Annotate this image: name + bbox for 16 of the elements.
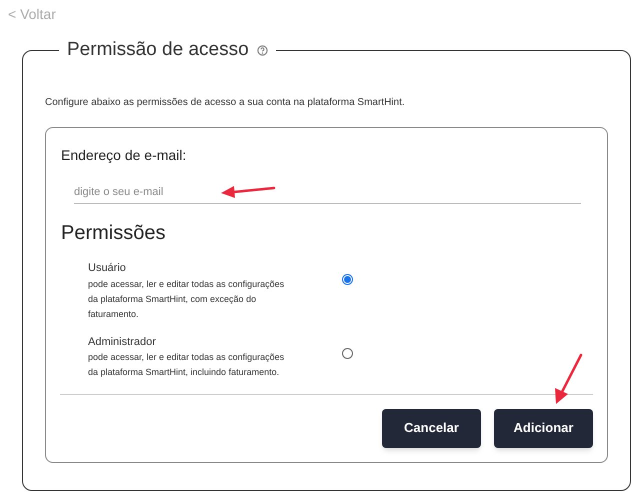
option-description: pode acessar, ler e editar todas as configurações da plataforma SmartHint, com exceção do faturamento. xyxy=(88,278,286,320)
permissions-heading: Permissões xyxy=(61,221,166,246)
annotation-arrow xyxy=(220,185,276,199)
add-button[interactable]: Adicionar xyxy=(494,408,593,448)
help-icon xyxy=(256,44,268,56)
cancel-button[interactable]: Cancelar xyxy=(382,408,481,448)
option-title: Administrador xyxy=(88,334,157,350)
radio-button[interactable] xyxy=(342,274,353,285)
annotation-arrow xyxy=(552,352,584,406)
email-label: Endereço de e-mail: xyxy=(61,146,188,165)
option-title: Usuário xyxy=(88,261,127,276)
email-field[interactable]: digite o seu e-mail xyxy=(74,184,581,204)
option-description: pode acessar, ler e editar todas as configurações da plataforma SmartHint, incluindo faturamento. xyxy=(88,351,286,379)
panel-title: Permissão de acesso xyxy=(67,38,249,62)
intro-text: Configure abaixo as permissões de acesso a sua conta na plataforma SmartHint. xyxy=(45,96,406,110)
radio-button[interactable] xyxy=(342,348,353,358)
